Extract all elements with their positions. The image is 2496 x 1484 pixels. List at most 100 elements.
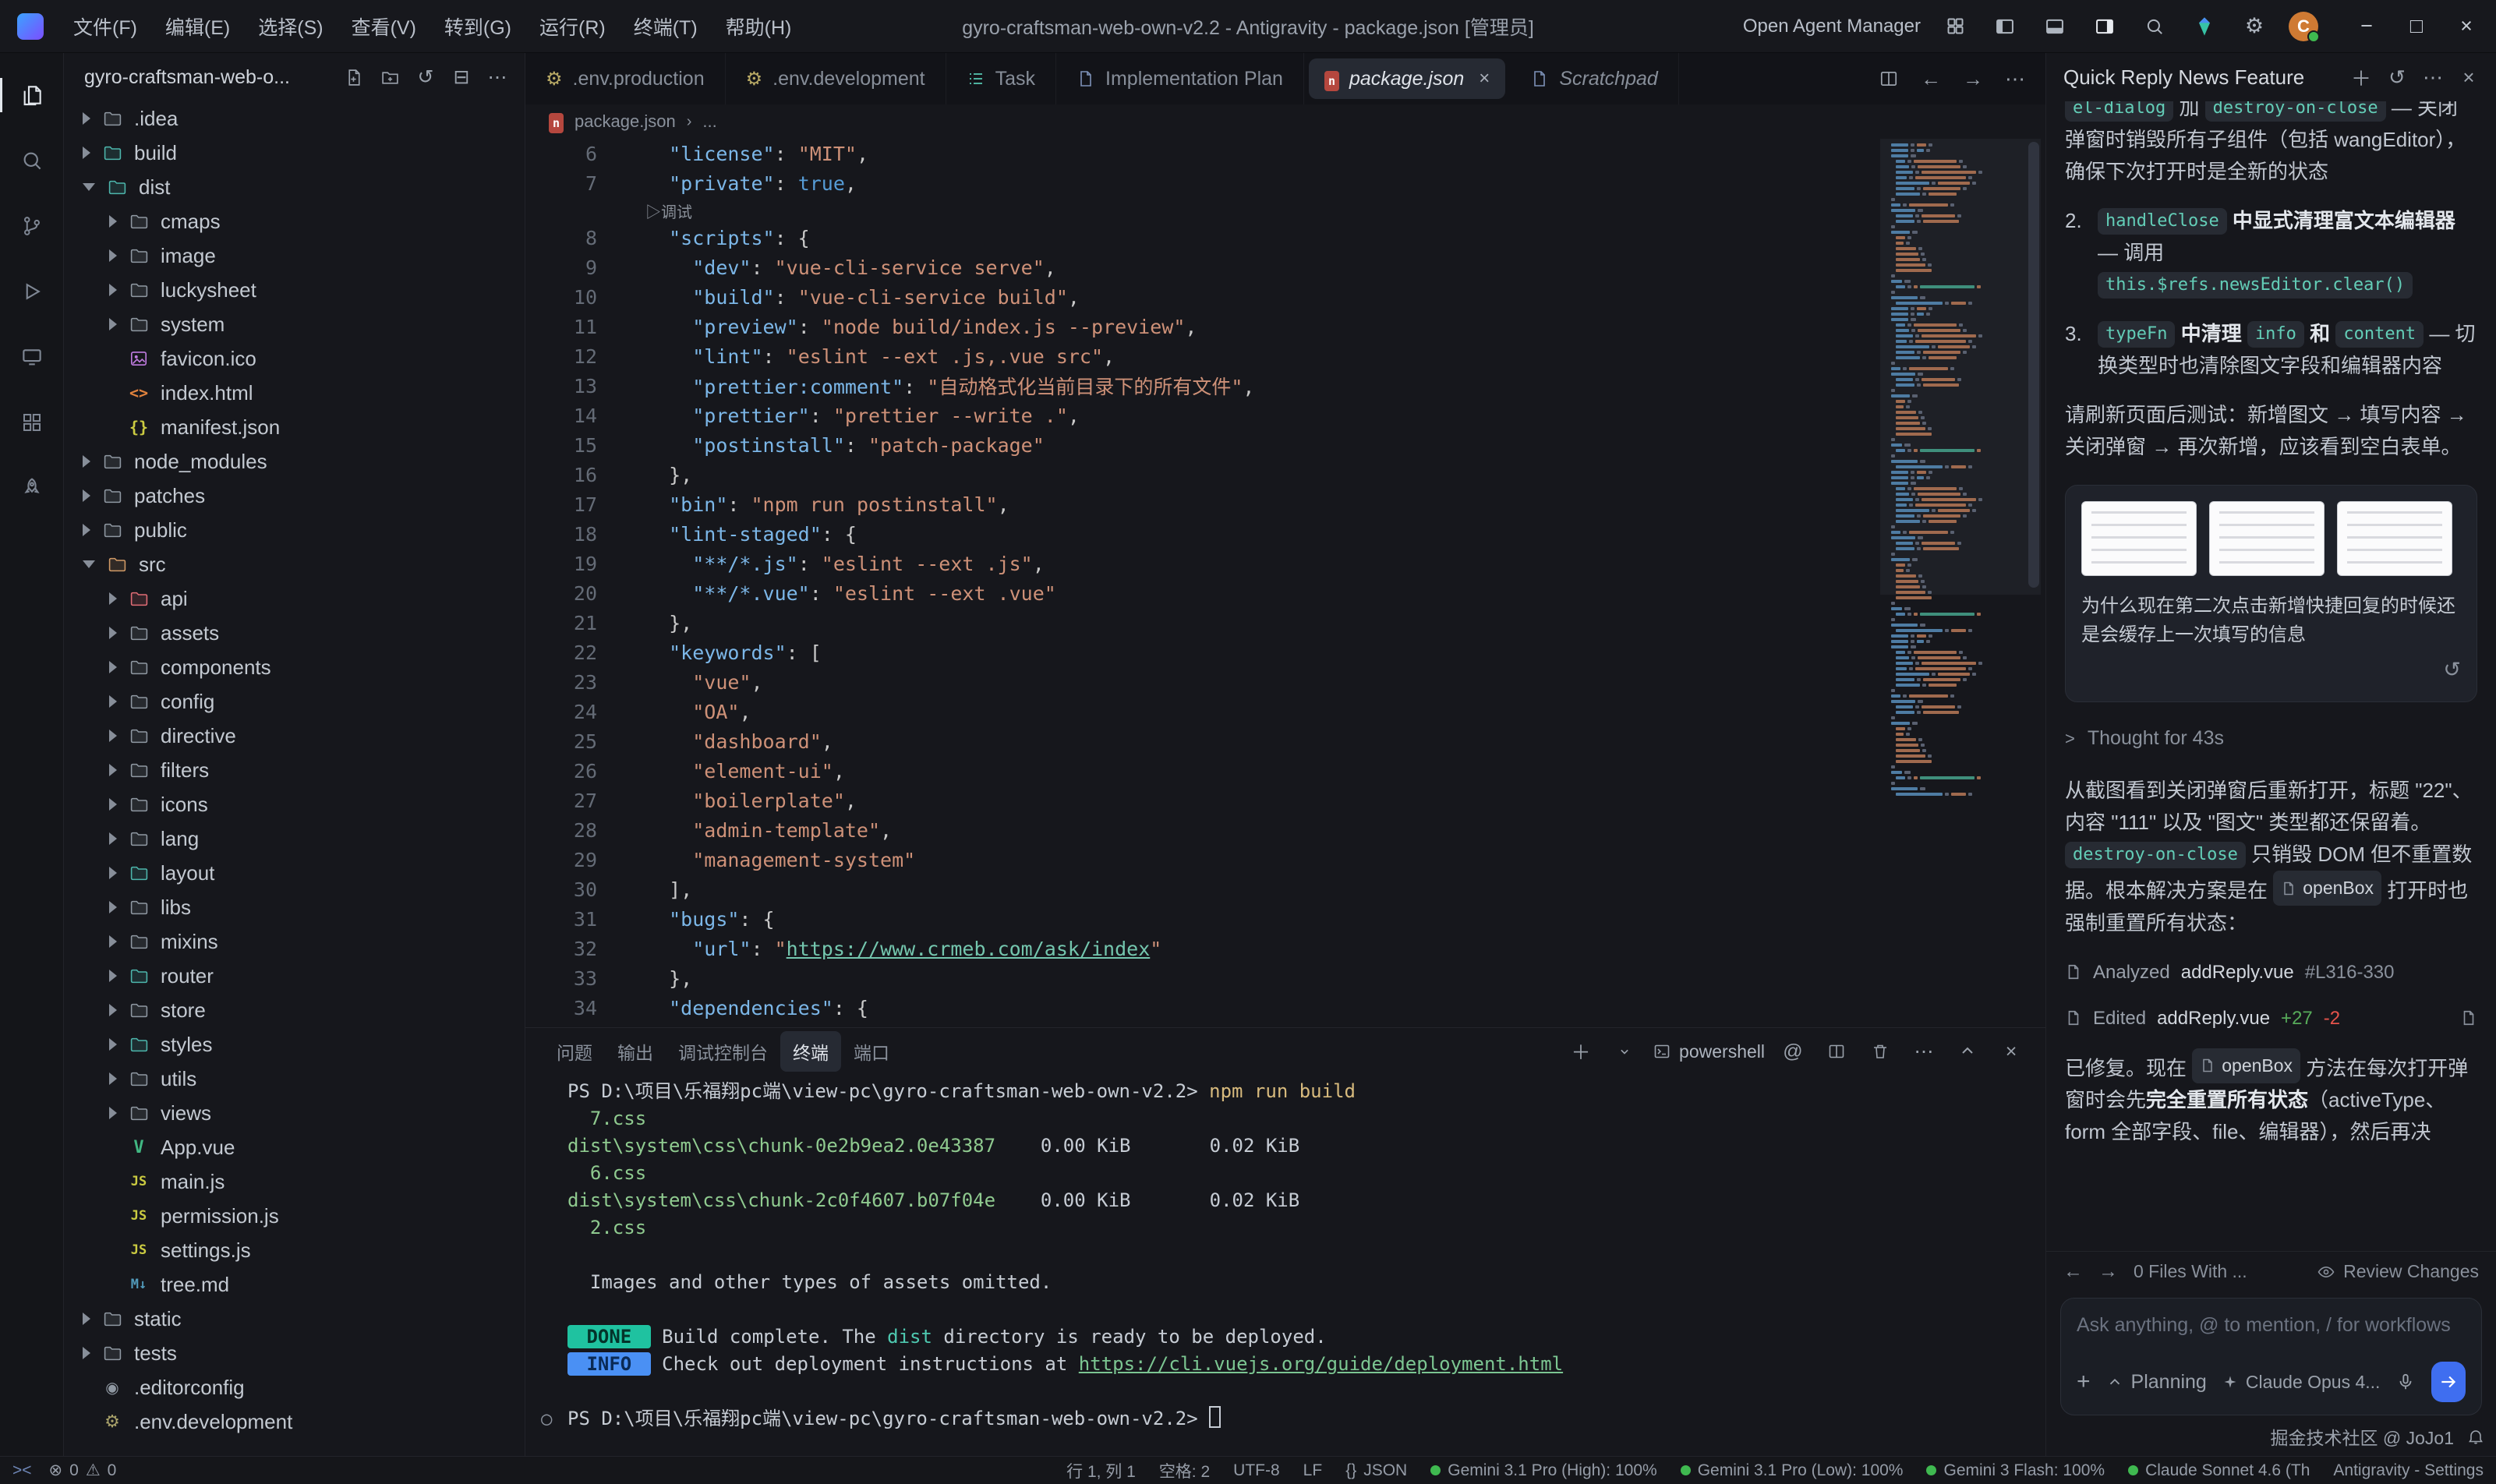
tree-item-src[interactable]: src xyxy=(64,547,525,581)
review-changes-button[interactable]: Review Changes xyxy=(2317,1261,2479,1282)
window-close-button[interactable]: × xyxy=(2441,0,2491,53)
panel-more-icon[interactable]: ⋯ xyxy=(1908,1034,1939,1069)
tree-item-permission.js[interactable]: JSpermission.js xyxy=(64,1199,525,1233)
codelens-row[interactable]: ▷调试 xyxy=(525,198,2045,223)
tree-item-static[interactable]: static xyxy=(64,1302,525,1336)
new-terminal-icon[interactable]: ＋ xyxy=(1565,1034,1596,1069)
tree-item-tree.md[interactable]: M↓tree.md xyxy=(64,1267,525,1302)
terminal-profile-chevron-icon[interactable] xyxy=(1609,1034,1640,1069)
tab-close-icon[interactable]: × xyxy=(1479,68,1490,90)
kill-terminal-icon[interactable] xyxy=(1865,1034,1896,1069)
screenshot-thumbnail[interactable] xyxy=(2081,501,2197,576)
codelens-debug[interactable]: ▷调试 xyxy=(645,200,692,222)
tree-item-favicon.ico[interactable]: favicon.ico xyxy=(64,341,525,376)
tree-item-assets[interactable]: assets xyxy=(64,616,525,650)
split-editor-icon[interactable] xyxy=(1871,61,1907,97)
menu-item[interactable]: 查看(V) xyxy=(338,6,430,47)
close-panel-icon[interactable]: × xyxy=(1996,1034,2027,1069)
rocket-icon[interactable] xyxy=(0,455,64,521)
run-debug-icon[interactable] xyxy=(0,259,64,324)
agent-grid-icon[interactable] xyxy=(1939,11,1971,42)
agent-conversation[interactable]: el-dialog 加 destroy-on-close — 关闭弹窗时销毁所有… xyxy=(2046,101,2496,1251)
tree-item-luckysheet[interactable]: luckysheet xyxy=(64,273,525,307)
agent-input-box[interactable]: Ask anything, @ to mention, / for workfl… xyxy=(2060,1298,2482,1415)
menu-item[interactable]: 帮助(H) xyxy=(712,6,806,47)
tab-Task[interactable]: Task xyxy=(946,53,1056,104)
tree-item-dist[interactable]: dist xyxy=(64,170,525,204)
status-item[interactable]: {}JSON xyxy=(1345,1461,1407,1480)
tree-item-image[interactable]: image xyxy=(64,238,525,273)
agent-more-icon[interactable]: ⋯ xyxy=(2415,59,2451,95)
send-button[interactable] xyxy=(2431,1362,2466,1402)
antigravity-gem-icon[interactable] xyxy=(2189,11,2220,42)
restore-checkpoint-icon[interactable]: ↺ xyxy=(2081,654,2461,686)
panel-tab-调试控制台[interactable]: 调试控制台 xyxy=(666,1031,780,1072)
tree-item-mixins[interactable]: mixins xyxy=(64,924,525,959)
mic-icon[interactable] xyxy=(2395,1372,2416,1392)
tree-item-build[interactable]: build xyxy=(64,136,525,170)
project-root-label[interactable]: gyro-craftsman-web-o... xyxy=(84,66,290,89)
tab-.env.development[interactable]: ⚙.env.development xyxy=(726,53,946,104)
collapse-all-icon[interactable]: ⊟ xyxy=(444,59,479,95)
refresh-icon[interactable]: ↺ xyxy=(408,59,444,95)
navigate-back-icon[interactable]: ← xyxy=(1913,61,1949,97)
tab-package.json[interactable]: npackage.json× xyxy=(1309,58,1505,99)
status-item[interactable]: LF xyxy=(1303,1461,1323,1480)
tree-item-directive[interactable]: directive xyxy=(64,719,525,753)
terminal-output[interactable]: PS D:\项目\乐福翔pc端\view-pc\gyro-craftsman-w… xyxy=(525,1075,2045,1456)
tree-item-.idea[interactable]: .idea xyxy=(64,101,525,136)
tree-item-store[interactable]: store xyxy=(64,993,525,1027)
tab-.env.production[interactable]: ⚙.env.production xyxy=(525,53,726,104)
menu-item[interactable]: 选择(S) xyxy=(244,6,337,47)
tab-Implementation Plan[interactable]: Implementation Plan xyxy=(1056,53,1304,104)
tree-item-index.html[interactable]: <>index.html xyxy=(64,376,525,410)
panel-tab-端口[interactable]: 端口 xyxy=(841,1031,902,1072)
tree-item-router[interactable]: router xyxy=(64,959,525,993)
attach-plus-icon[interactable]: + xyxy=(2077,1369,2091,1395)
status-item[interactable]: Antigravity - Settings xyxy=(2333,1461,2484,1480)
new-file-icon[interactable] xyxy=(336,59,372,95)
breadcrumb-file[interactable]: package.json xyxy=(575,111,676,132)
tree-item-styles[interactable]: styles xyxy=(64,1027,525,1062)
tree-item-tests[interactable]: tests xyxy=(64,1336,525,1370)
toggle-right-panel-icon[interactable] xyxy=(2089,11,2120,42)
history-icon[interactable]: ↺ xyxy=(2379,59,2415,95)
notification-toast[interactable]: 掘金技术社区 @ JoJo1 xyxy=(2046,1423,2496,1456)
thought-toggle[interactable]: >Thought for 43s xyxy=(2065,723,2477,754)
tab-Scratchpad[interactable]: Scratchpad xyxy=(1510,53,1678,104)
model-selector[interactable]: Claude Opus 4... xyxy=(2222,1372,2381,1393)
tree-item-lang[interactable]: lang xyxy=(64,822,525,856)
tree-item-layout[interactable]: layout xyxy=(64,856,525,890)
tree-item-node_modules[interactable]: node_modules xyxy=(64,444,525,479)
status-item[interactable]: Gemini 3.1 Pro (Low): 100% xyxy=(1681,1461,1904,1480)
menu-item[interactable]: 文件(F) xyxy=(59,6,151,47)
open-agent-manager-button[interactable]: Open Agent Manager xyxy=(1743,16,1921,37)
window-maximize-button[interactable]: □ xyxy=(2392,0,2441,53)
new-conversation-icon[interactable]: ＋ xyxy=(2343,59,2379,95)
remote-explorer-icon[interactable] xyxy=(0,324,64,390)
tree-item-utils[interactable]: utils xyxy=(64,1062,525,1096)
problems-status[interactable]: ⊗0 ⚠0 xyxy=(49,1461,117,1480)
panel-tab-输出[interactable]: 输出 xyxy=(605,1031,666,1072)
tree-item-views[interactable]: views xyxy=(64,1096,525,1130)
search-icon[interactable] xyxy=(2139,11,2170,42)
tree-item-system[interactable]: system xyxy=(64,307,525,341)
split-terminal-icon[interactable] xyxy=(1821,1034,1852,1069)
toggle-left-panel-icon[interactable] xyxy=(1989,11,2020,42)
menu-item[interactable]: 编辑(E) xyxy=(151,6,244,47)
menu-item[interactable]: 运行(R) xyxy=(525,6,620,47)
status-item[interactable]: 行 1, 列 1 xyxy=(1066,1459,1136,1482)
navigate-forward-icon[interactable]: → xyxy=(1955,61,1991,97)
tool-step-edited[interactable]: EditedaddReply.vue+27-2 xyxy=(2065,1002,2477,1034)
tree-item-libs[interactable]: libs xyxy=(64,890,525,924)
tree-item-.editorconfig[interactable]: ◉.editorconfig xyxy=(64,1370,525,1404)
menu-item[interactable]: 终端(T) xyxy=(620,6,712,47)
status-item[interactable]: Gemini 3.1 Pro (High): 100% xyxy=(1430,1461,1656,1480)
maximize-panel-icon[interactable] xyxy=(1952,1034,1983,1069)
tree-item-patches[interactable]: patches xyxy=(64,479,525,513)
user-avatar[interactable]: C xyxy=(2289,12,2318,41)
panel-tab-问题[interactable]: 问题 xyxy=(544,1031,605,1072)
settings-gear-icon[interactable]: ⚙ xyxy=(2239,11,2270,42)
explorer-icon[interactable] xyxy=(0,62,64,128)
tree-item-cmaps[interactable]: cmaps xyxy=(64,204,525,238)
